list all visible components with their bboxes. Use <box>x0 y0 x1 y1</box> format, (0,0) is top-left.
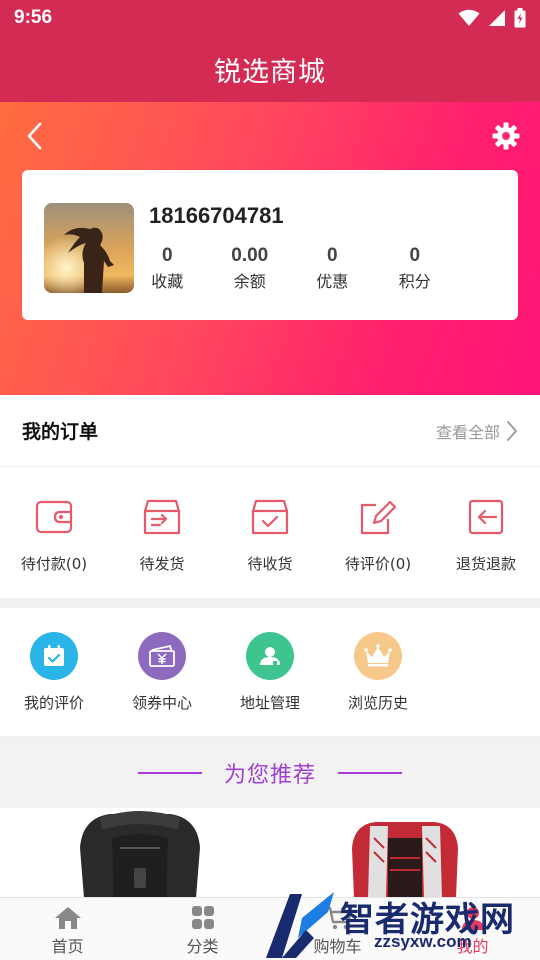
order-item-label: 退货退款 <box>455 555 516 573</box>
order-item-label: 待付款(0) <box>20 555 88 573</box>
service-address-management[interactable]: 地址管理 <box>216 608 324 736</box>
product-backpack-red[interactable] <box>340 808 470 898</box>
user-location-icon <box>260 647 280 665</box>
calendar-check-icon <box>44 645 64 666</box>
services-section: 我的评价 领券中心 地址管理 浏览历史 <box>0 608 540 736</box>
settings-button[interactable] <box>492 122 520 150</box>
return-icon <box>468 499 504 535</box>
crown-icon <box>364 644 392 667</box>
profile-stats: 0 收藏 0.00 余额 0 优惠 0 积分 <box>126 244 456 292</box>
product-grid <box>0 808 540 898</box>
watermark-url: zzsyxw.com <box>374 932 472 951</box>
status-bar: 9:56 <box>0 0 540 36</box>
tab-label: 分类 <box>186 937 219 956</box>
wallet-icon <box>35 500 73 534</box>
tab-home[interactable]: 首页 <box>0 898 135 960</box>
service-icon-circle <box>354 632 402 680</box>
stat-value: 0 <box>326 245 338 266</box>
profile-card: 18166704781 0 收藏 0.00 余额 0 优惠 0 积分 <box>22 170 518 320</box>
service-my-reviews[interactable]: 我的评价 <box>0 608 108 736</box>
stat-label: 积分 <box>398 272 431 291</box>
service-label: 浏览历史 <box>347 694 408 712</box>
order-item-label: 待收货 <box>247 555 293 573</box>
wifi-icon <box>458 9 480 26</box>
product-backpack-black[interactable] <box>60 808 220 898</box>
service-label: 领券中心 <box>131 694 192 712</box>
orders-title: 我的订单 <box>22 421 99 443</box>
service-icon-circle <box>30 632 78 680</box>
order-pending-payment[interactable]: 待付款(0) <box>0 467 108 597</box>
service-label: 地址管理 <box>239 694 300 712</box>
box-check-icon <box>251 499 289 535</box>
order-item-label: 待发货 <box>139 555 185 573</box>
battery-icon <box>514 8 526 28</box>
screen: 9:56 锐选商城 18166704781 0 收藏 0.00 余额 0 优惠 … <box>0 0 540 960</box>
stat-favorites[interactable]: 0 收藏 <box>126 244 209 292</box>
view-all-label: 查看全部 <box>435 422 500 442</box>
recommend-header: 为您推荐 <box>0 738 540 808</box>
orders-header: 我的订单 查看全部 <box>0 395 540 467</box>
order-pending-review[interactable]: 待评价(0) <box>324 467 432 597</box>
status-time: 9:56 <box>14 7 53 28</box>
status-icons <box>458 8 526 28</box>
service-label: 我的评价 <box>23 694 84 712</box>
gear-icon <box>492 122 520 150</box>
signal-icon <box>489 10 505 26</box>
stat-value: 0.00 <box>231 245 269 266</box>
home-icon <box>54 907 81 929</box>
package-send-icon <box>143 499 181 535</box>
title-bar: 锐选商城 <box>0 36 540 102</box>
stat-label: 优惠 <box>316 272 349 291</box>
view-all-orders-link[interactable]: 查看全部 <box>436 419 518 443</box>
stat-value: 0 <box>161 245 173 266</box>
coupon-icon <box>149 644 175 667</box>
tab-category[interactable]: 分类 <box>135 898 270 960</box>
watermark-logo <box>266 892 334 958</box>
service-coupon-center[interactable]: 领券中心 <box>108 608 216 736</box>
back-button[interactable] <box>22 120 50 152</box>
avatar-image <box>44 203 134 293</box>
user-phone: 18166704781 <box>149 203 284 228</box>
site-watermark: 智者游戏网 zzsyxw.com <box>262 888 540 960</box>
service-icon-circle <box>138 632 186 680</box>
grid-icon <box>191 906 214 929</box>
orders-section: 我的订单 查看全部 待付款(0) 待发货 待收货 待评价(0) 退货退款 <box>0 395 540 598</box>
stat-label: 收藏 <box>151 272 184 291</box>
profile-hero: 18166704781 0 收藏 0.00 余额 0 优惠 0 积分 <box>0 102 540 395</box>
stat-balance[interactable]: 0.00 余额 <box>209 244 292 292</box>
order-item-label: 待评价(0) <box>344 555 412 573</box>
stat-points[interactable]: 0 积分 <box>374 244 457 292</box>
recommend-title: 为您推荐 <box>223 763 316 788</box>
edit-icon <box>360 500 397 535</box>
tab-label: 首页 <box>51 937 84 956</box>
stat-label: 余额 <box>233 272 266 291</box>
order-refunds[interactable]: 退货退款 <box>432 467 540 597</box>
divider-line-right <box>338 772 402 774</box>
avatar[interactable] <box>44 203 134 293</box>
stat-value: 0 <box>409 245 421 266</box>
order-status-row: 待付款(0) 待发货 待收货 待评价(0) 退货退款 <box>0 467 540 597</box>
chevron-right-icon <box>507 420 517 441</box>
page-title: 锐选商城 <box>214 56 326 88</box>
divider-line-left <box>137 772 202 774</box>
service-icon-circle <box>246 632 294 680</box>
stat-coupons[interactable]: 0 优惠 <box>291 244 374 292</box>
order-pending-receipt[interactable]: 待收货 <box>216 467 324 597</box>
service-browse-history[interactable]: 浏览历史 <box>324 608 432 736</box>
order-pending-shipment[interactable]: 待发货 <box>108 467 216 597</box>
